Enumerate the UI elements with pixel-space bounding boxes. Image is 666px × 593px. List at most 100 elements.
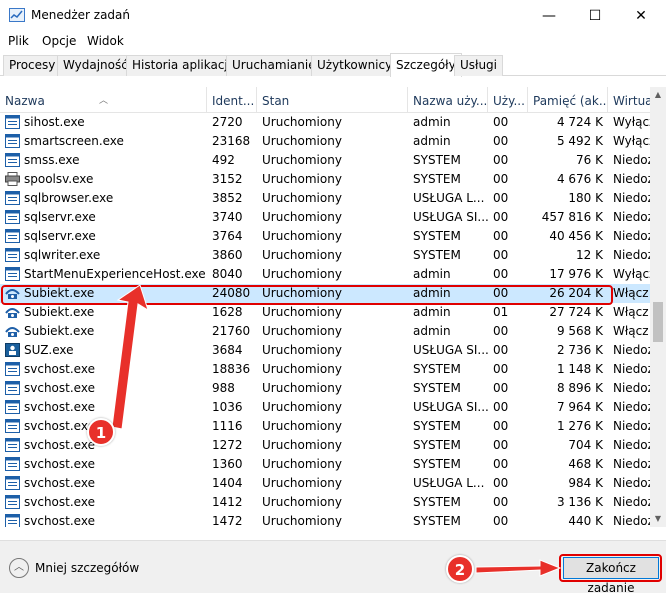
column-virtualization[interactable]: Wirtua xyxy=(608,87,650,113)
tab-performance[interactable]: Wydajność xyxy=(57,55,134,76)
cell-status: Uruchomiony xyxy=(262,343,342,357)
cell-user: SYSTEM xyxy=(413,381,461,395)
cell-pid: 8040 xyxy=(212,267,243,281)
table-row[interactable]: svchost.exe 1472 Uruchomiony SYSTEM 00 440 K N… xyxy=(0,512,650,527)
table-row[interactable]: smartscreen.exe 23168 Uruchomiony admin 00 5 … xyxy=(0,132,650,151)
app-icon xyxy=(5,248,20,262)
maximize-button[interactable]: ☐ xyxy=(572,0,618,31)
cell-user: SYSTEM xyxy=(413,172,461,186)
tab-processes[interactable]: Procesy xyxy=(3,55,62,76)
cell-name: svchost.exe xyxy=(0,360,207,379)
table-row[interactable]: svchost.exe 18836 Uruchomiony SYSTEM 00 1 148… xyxy=(0,360,650,379)
tab-details[interactable]: Szczegóły xyxy=(390,53,462,77)
cell-name: sqlwriter.exe xyxy=(0,246,207,265)
column-memory[interactable]: Pamięć (ak... xyxy=(528,87,608,113)
scroll-up-icon[interactable]: ▲ xyxy=(650,87,666,103)
table-row[interactable]: svchost.exe 1360 Uruchomiony SYSTEM 00 468 K N… xyxy=(0,455,650,474)
table-row[interactable]: sqlservr.exe 3764 Uruchomiony SYSTEM 00 40 45… xyxy=(0,227,650,246)
cell-status: Uruchomiony xyxy=(262,419,342,433)
tab-users[interactable]: Użytkownicy xyxy=(311,55,399,76)
cell-status: Uruchomiony xyxy=(262,191,342,205)
cell-virt: Niedoz xyxy=(613,400,650,414)
cell-mem: 457 816 K xyxy=(541,210,603,224)
cell-cpu: 00 xyxy=(493,438,509,452)
end-task-button[interactable]: Zakończ zadanie xyxy=(563,557,659,593)
cell-name: sqlservr.exe xyxy=(0,227,207,246)
cell-user: admin xyxy=(413,324,451,338)
process-name: smartscreen.exe xyxy=(24,134,124,148)
cell-status: Uruchomiony xyxy=(262,153,342,167)
cell-cpu: 00 xyxy=(493,514,509,527)
cell-pid: 3852 xyxy=(212,191,243,205)
table-row[interactable]: svchost.exe 1036 Uruchomiony USŁUGA SI... 00… xyxy=(0,398,650,417)
column-name[interactable]: Nazwa ︿ xyxy=(0,87,207,113)
table-row[interactable]: sqlwriter.exe 3860 Uruchomiony SYSTEM 00 12 K… xyxy=(0,246,650,265)
chevron-up-icon[interactable]: ︿ xyxy=(9,558,29,578)
column-cpu[interactable]: Uży... xyxy=(488,87,528,113)
cell-user: SYSTEM xyxy=(413,248,461,262)
process-name: sihost.exe xyxy=(24,115,85,129)
table-row[interactable]: Subiekt.exe 1628 Uruchomiony admin 01 27 724 … xyxy=(0,303,650,322)
cell-cpu: 00 xyxy=(493,210,509,224)
table-row[interactable]: Subiekt.exe 21760 Uruchomiony admin 00 9 568 … xyxy=(0,322,650,341)
column-username[interactable]: Nazwa uży... xyxy=(408,87,488,113)
cell-status: Uruchomiony xyxy=(262,457,342,471)
column-pid[interactable]: Ident... xyxy=(207,87,257,113)
app-icon xyxy=(5,381,20,395)
table-row[interactable]: spoolsv.exe 3152 Uruchomiony SYSTEM 00 4 676 … xyxy=(0,170,650,189)
app-icon xyxy=(5,476,20,490)
app-icon xyxy=(5,514,20,527)
menu-view[interactable]: Widok xyxy=(87,34,124,48)
table-row[interactable]: sqlservr.exe 3740 Uruchomiony USŁUGA SI... 0… xyxy=(0,208,650,227)
column-status[interactable]: Stan xyxy=(257,87,408,113)
table-row[interactable]: svchost.exe 1412 Uruchomiony SYSTEM 00 3 136 … xyxy=(0,493,650,512)
cell-virt: Niedoz xyxy=(613,495,650,509)
tab-app-history[interactable]: Historia aplikacji xyxy=(126,55,238,76)
cell-mem: 4 724 K xyxy=(556,115,603,129)
table-row[interactable]: StartMenuExperienceHost.exe 8040 Uruchomio… xyxy=(0,265,650,284)
process-name: svchost.exe xyxy=(24,381,95,395)
cell-cpu: 00 xyxy=(493,229,509,243)
tab-startup[interactable]: Uruchamianie xyxy=(226,55,322,76)
cell-virt: Niedoz xyxy=(613,210,650,224)
sort-up-icon: ︿ xyxy=(99,96,109,106)
cell-mem: 2 736 K xyxy=(556,343,603,357)
suz-icon xyxy=(5,343,20,357)
cell-mem: 704 K xyxy=(568,438,603,452)
table-row[interactable]: svchost.exe 1404 Uruchomiony USŁUGA L... 00 9… xyxy=(0,474,650,493)
cell-virt: Niedoz xyxy=(613,514,650,527)
app-icon xyxy=(5,457,20,471)
cell-name: spoolsv.exe xyxy=(0,170,207,189)
menu-options[interactable]: Opcje xyxy=(42,34,76,48)
cell-pid: 1116 xyxy=(212,419,243,433)
scroll-down-icon[interactable]: ▼ xyxy=(650,511,666,527)
annotation-badge-2: 2 xyxy=(446,555,474,583)
cell-pid: 1628 xyxy=(212,305,243,319)
table-row[interactable]: SUZ.exe 3684 Uruchomiony USŁUGA SI... 00 2 73… xyxy=(0,341,650,360)
scrollbar-thumb[interactable] xyxy=(653,302,663,342)
table-row[interactable]: smss.exe 492 Uruchomiony SYSTEM 00 76 K Niedoz xyxy=(0,151,650,170)
app-icon xyxy=(5,267,20,281)
table-row[interactable]: sihost.exe 2720 Uruchomiony admin 00 4 724 K W… xyxy=(0,113,650,132)
cell-virt: Niedoz xyxy=(613,343,650,357)
cell-mem: 17 976 K xyxy=(549,267,603,281)
vertical-scrollbar[interactable]: ▲ ▼ xyxy=(650,87,666,527)
cell-cpu: 01 xyxy=(493,305,509,319)
minimize-button[interactable]: — xyxy=(526,0,572,31)
tab-services[interactable]: Usługi xyxy=(454,55,504,76)
subiekt-icon xyxy=(5,305,20,319)
process-name: svchost.exe xyxy=(24,362,95,376)
cell-virt: Niedoz xyxy=(613,191,650,205)
table-row[interactable]: svchost.exe 988 Uruchomiony SYSTEM 00 8 896 K… xyxy=(0,379,650,398)
table-row[interactable]: sqlbrowser.exe 3852 Uruchomiony USŁUGA L...… xyxy=(0,189,650,208)
cell-status: Uruchomiony xyxy=(262,248,342,262)
cell-user: USŁUGA L... xyxy=(413,476,485,490)
cell-mem: 3 136 K xyxy=(556,495,603,509)
cell-status: Uruchomiony xyxy=(262,172,342,186)
cell-mem: 8 896 K xyxy=(556,381,603,395)
menu-file[interactable]: Plik xyxy=(8,34,29,48)
cell-virt: Niedoz xyxy=(613,476,650,490)
cell-name: svchost.exe xyxy=(0,512,207,527)
fewer-details-link[interactable]: Mniej szczegółów xyxy=(35,561,139,575)
close-button[interactable]: ✕ xyxy=(618,0,664,31)
